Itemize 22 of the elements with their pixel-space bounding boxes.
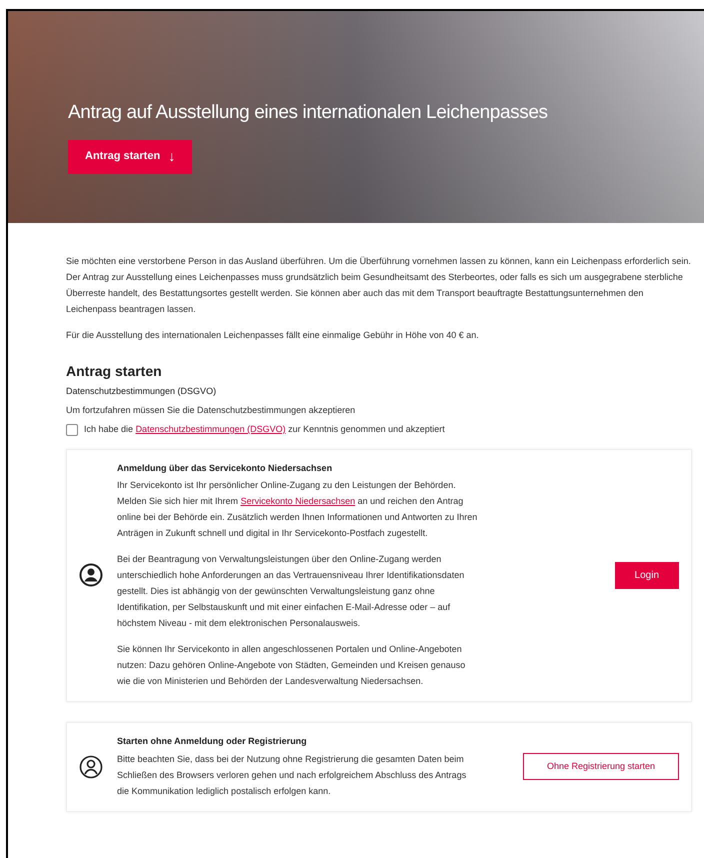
start-without-registration-button[interactable]: Ohne Registrierung starten	[523, 753, 679, 780]
card-paragraph: Bei der Beantragung von Verwaltungsleistungen über den Online-Zugang werden unterschiedlich hohe Anforderungen an das Vertrauensniveau Ihrer Identifikationsdaten gestellt. Dies ist abhängig von der gewünschten Verwaltungsleistung ganz ohne Identifikation, per Selbstauskunft und mit einer einfachen E-Mail-Adresse oder – auf höchstem Niveau - mit dem elektronischen Personalausweis.	[117, 553, 466, 630]
card-title: Starten ohne Anmeldung oder Registrierung	[117, 735, 308, 748]
arrow-icon: ↓	[168, 146, 176, 167]
card-paragraph: Ihr Servicekonto ist Ihr persönlicher Online-Zugang zu den Leistungen der Behörden. Melden Sie sich hier mit Ihrem Servicekonto Niedersachsen an und reichen den Antrag online bei der Behörde ein. Zusätzlich werden Ihnen Informationen und Antworten zu Ihren Anträgen in Zukunft schnell und digital in Ihr Servicekonto-Postfach zugestellt.	[117, 479, 478, 540]
user-outline-icon	[79, 754, 103, 779]
text-link[interactable]: Servicekonto Niedersachsen	[240, 496, 356, 506]
intro-paragraph: Sie möchten eine verstorbene Person in das Ausland überführen. Um die Überführung vornehmen lassen zu können, kann ein Leichenpass erforderlich sein. Der Antrag zur Ausstellung eines Leichenpasses muss grundsätzlich beim Gesundheitsamt des Sterbeortes, oder falls es sich um ausgegrabene sterbliche Überreste handelt, des Bestattungsortes gestellt werden. Sie können aber auch das mit dem Transport beauftragte Bestattungsunternehmen den Leichenpass beantragen lassen.	[66, 255, 692, 316]
consent-label: Ich habe die Datenschutzbestimmungen (DSGVO) zur Kenntnis genommen und akzeptiert	[84, 423, 445, 436]
section-heading: Antrag starten	[66, 362, 163, 381]
text-link[interactable]: Datenschutzbestimmungen (DSGVO)	[136, 424, 286, 434]
intro-paragraph: Für die Ausstellung des internationalen Leichenpasses fällt eine einmalige Gebühr in Höhe von 40 € an.	[66, 329, 480, 342]
section-subheading: Datenschutzbestimmungen (DSGVO)	[66, 385, 218, 398]
start-application-button[interactable]: Antrag starten ↓	[68, 140, 192, 174]
user-avatar-icon	[79, 563, 103, 588]
consent-checkbox[interactable]	[66, 424, 78, 436]
section-note: Um fortzufahren müssen Sie die Datenschutzbestimmungen akzeptieren	[66, 404, 356, 417]
card-paragraph: Sie können Ihr Servicekonto in allen angeschlossenen Portalen und Online-Angeboten nutzen: Dazu gehören Online-Angebote von Städten, Gemeinden und Kreisen genauso wie die von Ministerien und Behörden der Landesverwaltung Niedersachsen.	[117, 643, 466, 688]
card-title: Anmeldung über das Servicekonto Niedersachsen	[117, 462, 334, 475]
hero-title: Antrag auf Ausstellung eines internationalen Leichenpasses	[68, 101, 548, 125]
login-button[interactable]: Login	[614, 562, 679, 589]
card-paragraph: Bitte beachten Sie, dass bei der Nutzung ohne Registrierung die gesamten Daten beim Schließen des Browsers verloren gehen und nach erfolgreichem Abschluss des Antrags die Kommunikation lediglich postalisch erfolgen kann.	[117, 752, 468, 798]
